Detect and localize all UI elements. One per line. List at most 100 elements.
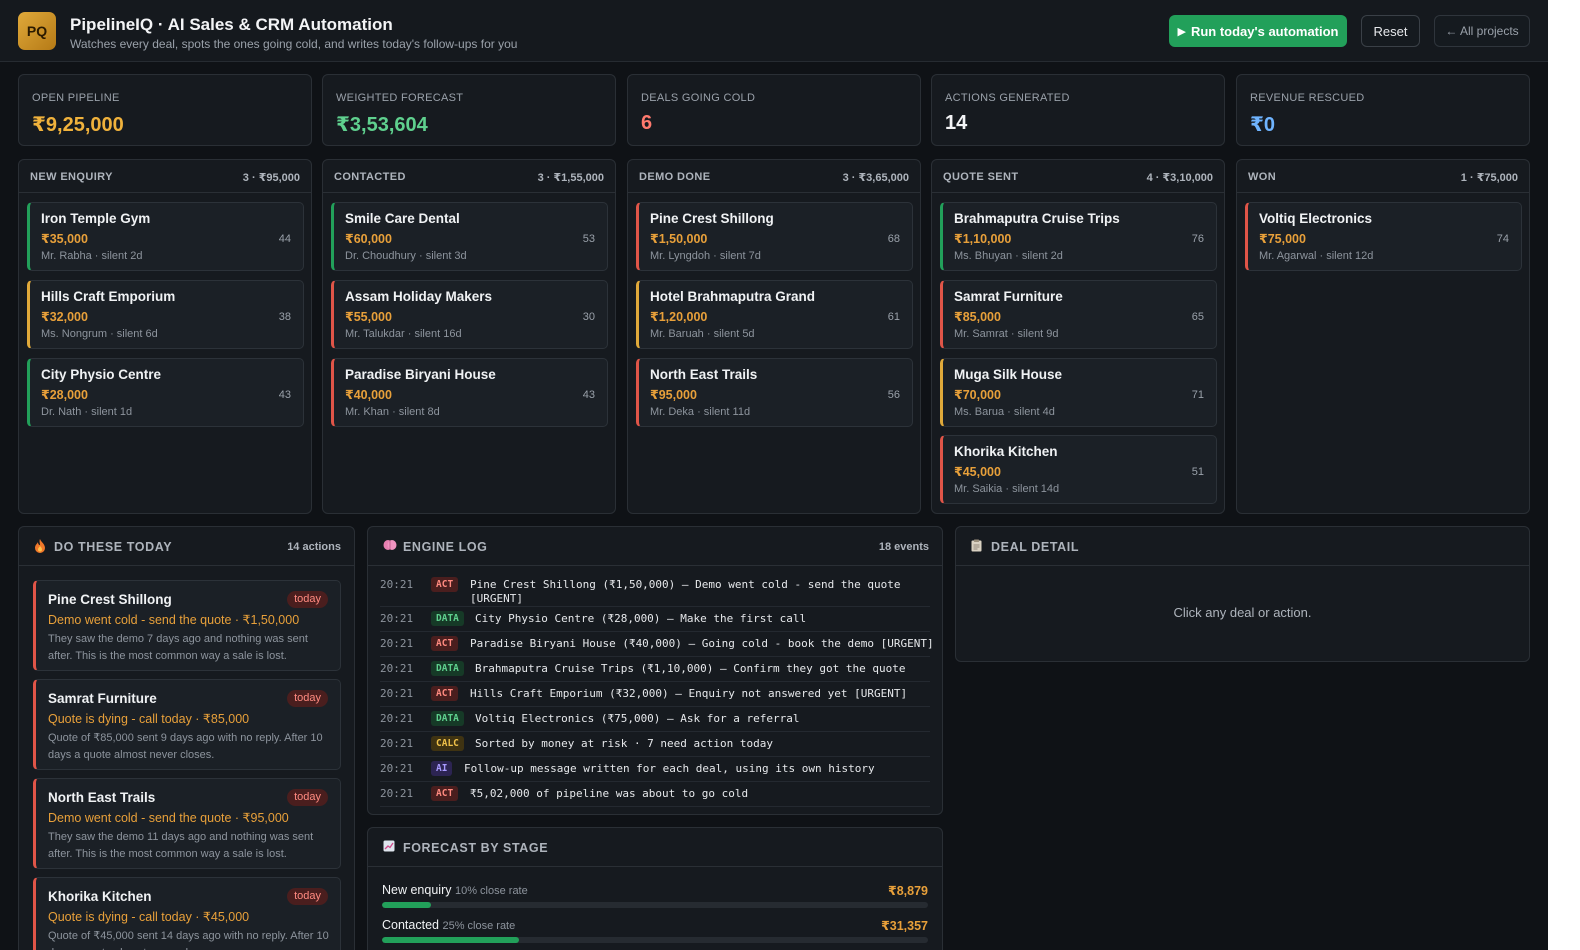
log-message: Hills Craft Emporium (₹32,000) — Enquiry… — [470, 687, 908, 700]
deal-name: North East Trails — [650, 367, 758, 382]
deal-name: Assam Holiday Makers — [345, 289, 493, 304]
today-badge: today — [287, 690, 328, 707]
action-card[interactable]: North East Trails today Demo went cold -… — [33, 778, 341, 869]
deal-name: City Physio Centre — [41, 367, 162, 382]
clipboard-icon — [971, 539, 982, 555]
stat-value: ₹0 — [1250, 114, 1276, 136]
action-card[interactable]: Khorika Kitchen today Quote is dying - c… — [33, 877, 341, 950]
forecast-panel: FORECAST BY STAGE New enquiry 10% close … — [367, 827, 943, 950]
log-time: 20:21 — [380, 578, 414, 591]
deal-name: Voltiq Electronics — [1259, 211, 1373, 226]
deal-name: Hotel Brahmaputra Grand — [650, 289, 816, 304]
deal-card[interactable]: North East Trails ₹95,000 56 Mr. Deka · … — [636, 358, 913, 427]
action-title: Khorika Kitchen — [48, 889, 152, 904]
deal-score: 68 — [887, 233, 900, 245]
deal-card[interactable]: Samrat Furniture ₹85,000 65 Mr. Samrat ·… — [940, 280, 1217, 349]
log-time: 20:21 — [380, 662, 414, 675]
column-summary: 1 · ₹75,000 — [1460, 172, 1518, 184]
forecast-stage-name: Contacted — [382, 918, 439, 932]
play-icon: ▶ — [1177, 25, 1186, 38]
log-row: 20:21 DATA Voltiq Electronics (₹75,000) … — [380, 707, 930, 732]
run-automation-button[interactable]: ▶ Run today's automation — [1169, 15, 1347, 47]
deal-name: Muga Silk House — [954, 367, 1063, 382]
deal-contact: Mr. Rabha · silent 2d — [41, 250, 143, 262]
panel-title: FORECAST BY STAGE — [403, 841, 549, 855]
deal-contact: Ms. Nongrum · silent 6d — [41, 328, 158, 340]
log-message: Follow-up message written for each deal,… — [464, 762, 875, 775]
panel-title: DEAL DETAIL — [991, 540, 1080, 554]
deal-amount: ₹1,50,000 — [650, 232, 708, 246]
deal-name: Khorika Kitchen — [954, 444, 1058, 459]
deal-detail-panel: DEAL DETAIL Click any deal or action. — [955, 526, 1530, 662]
column-quote-sent: QUOTE SENT 4 · ₹3,10,000 Brahmaputra Cru… — [931, 159, 1225, 514]
forecast-stage-value: ₹31,357 — [881, 919, 928, 933]
brain-icon — [383, 539, 397, 554]
run-automation-label: Run today's automation — [1190, 23, 1339, 39]
panel-count: 14 actions — [287, 541, 341, 553]
action-card[interactable]: Samrat Furniture today Quote is dying - … — [33, 679, 341, 770]
deal-card[interactable]: Smile Care Dental ₹60,000 53 Dr. Choudhu… — [331, 202, 608, 271]
stat-value: ₹3,53,604 — [336, 114, 428, 136]
column-title: QUOTE SENT — [943, 171, 1019, 183]
column-summary: 4 · ₹3,10,000 — [1146, 172, 1213, 184]
stat-value: ₹9,25,000 — [32, 114, 124, 136]
log-time: 20:21 — [380, 737, 414, 750]
column-title: NEW ENQUIRY — [30, 171, 113, 183]
deal-name: Paradise Biryani House — [345, 367, 496, 382]
deal-card[interactable]: Pine Crest Shillong ₹1,50,000 68 Mr. Lyn… — [636, 202, 913, 271]
deal-card[interactable]: Paradise Biryani House ₹40,000 43 Mr. Kh… — [331, 358, 608, 427]
stat-label: OPEN PIPELINE — [32, 92, 120, 104]
deal-amount: ₹75,000 — [1259, 232, 1306, 246]
deal-score: 65 — [1191, 311, 1204, 323]
log-row: 20:21 ACT Pine Crest Shillong (₹1,50,000… — [380, 573, 930, 607]
reset-button[interactable]: Reset — [1361, 15, 1420, 47]
app-header: PQ PipelineIQ · AI Sales & CRM Automatio… — [0, 0, 1548, 62]
log-tag: ACT — [431, 786, 459, 801]
panel-header: DEAL DETAIL — [956, 527, 1529, 566]
deal-card[interactable]: Hotel Brahmaputra Grand ₹1,20,000 61 Mr.… — [636, 280, 913, 349]
action-summary: Quote is dying - call today · ₹45,000 — [48, 910, 250, 924]
deal-contact: Ms. Barua · silent 4d — [954, 406, 1055, 418]
stat-open-pipeline: OPEN PIPELINE ₹9,25,000 — [18, 74, 312, 146]
deal-score: 43 — [278, 389, 291, 401]
log-message: ₹5,02,000 of pipeline was about to go co… — [470, 787, 749, 800]
deal-amount: ₹70,000 — [954, 388, 1001, 402]
log-message: Pine Crest Shillong (₹1,50,000) — Demo w… — [470, 578, 901, 605]
log-time: 20:21 — [380, 612, 414, 625]
action-summary: Quote is dying - call today · ₹85,000 — [48, 712, 250, 726]
deal-amount: ₹35,000 — [41, 232, 88, 246]
panel-header: ENGINE LOG 18 events — [368, 527, 942, 566]
deal-card[interactable]: Iron Temple Gym ₹35,000 44 Mr. Rabha · s… — [27, 202, 304, 271]
deal-amount: ₹1,20,000 — [650, 310, 708, 324]
deal-score: 43 — [582, 389, 595, 401]
stat-value: 14 — [945, 112, 968, 134]
log-row: 20:21 ACT ₹5,02,000 of pipeline was abou… — [380, 782, 930, 807]
column-contacted: CONTACTED 3 · ₹1,55,000 Smile Care Denta… — [322, 159, 616, 514]
deal-card[interactable]: Khorika Kitchen ₹45,000 51 Mr. Saikia · … — [940, 435, 1217, 504]
log-tag: DATA — [431, 661, 464, 676]
deal-name: Pine Crest Shillong — [650, 211, 774, 226]
page-scrollbar[interactable] — [1548, 0, 1580, 950]
action-card[interactable]: Pine Crest Shillong today Demo went cold… — [33, 580, 341, 671]
deal-score: 56 — [887, 389, 900, 401]
deal-name: Smile Care Dental — [345, 211, 460, 226]
deal-card[interactable]: Brahmaputra Cruise Trips ₹1,10,000 76 Ms… — [940, 202, 1217, 271]
log-time: 20:21 — [380, 762, 414, 775]
deal-score: 30 — [582, 311, 595, 323]
log-row: 20:21 AI Follow-up message written for e… — [380, 757, 930, 782]
stat-value: 6 — [641, 112, 653, 134]
deal-card[interactable]: Muga Silk House ₹70,000 71 Ms. Barua · s… — [940, 358, 1217, 427]
deal-amount: ₹32,000 — [41, 310, 88, 324]
forecast-stage-name: New enquiry — [382, 883, 452, 897]
column-summary: 3 · ₹1,55,000 — [537, 172, 604, 184]
log-row: 20:21 ACT Hills Craft Emporium (₹32,000)… — [380, 682, 930, 707]
deal-card[interactable]: Assam Holiday Makers ₹55,000 30 Mr. Talu… — [331, 280, 608, 349]
deal-card[interactable]: City Physio Centre ₹28,000 43 Dr. Nath ·… — [27, 358, 304, 427]
all-projects-link[interactable]: ← All projects — [1434, 15, 1530, 47]
forecast-progress-bar — [382, 937, 928, 943]
deal-card[interactable]: Voltiq Electronics ₹75,000 74 Mr. Agarwa… — [1245, 202, 1522, 271]
deal-card[interactable]: Hills Craft Emporium ₹32,000 38 Ms. Nong… — [27, 280, 304, 349]
column-header: WON 1 · ₹75,000 — [1237, 160, 1529, 193]
forecast-progress-fill — [382, 937, 519, 943]
deal-name: Samrat Furniture — [954, 289, 1063, 304]
